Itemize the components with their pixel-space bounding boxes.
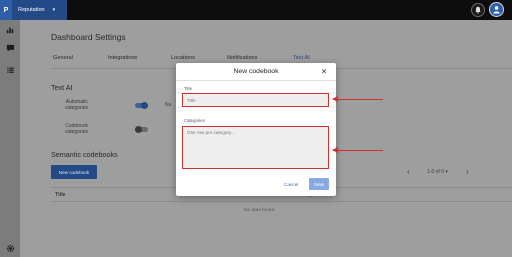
close-icon[interactable]: ✕ [321,67,327,76]
dialog-divider [176,80,336,81]
column-header-title[interactable]: Title [55,192,66,198]
new-codebook-button[interactable]: New codebook [51,165,97,179]
dialog-title: New codebook [233,68,279,75]
tab-integrations[interactable]: Integrations [108,55,137,61]
chat-icon [6,44,14,52]
sidebar-item-list[interactable] [5,65,15,74]
table-header-divider [51,201,512,202]
bar-chart-icon [6,27,14,33]
sidebar-item-reviews[interactable] [5,44,15,53]
automatic-categories-label: Automatic categories [64,99,88,111]
cancel-button[interactable]: Cancel [284,182,298,187]
app-logo: P [0,0,12,20]
app-switcher[interactable]: P Reputation ▾ [0,0,67,20]
sidebar-item-analytics[interactable] [5,25,15,34]
tab-locations[interactable]: Locations [171,55,195,61]
annotation-arrow-title [332,96,383,102]
text-ai-heading: Text AI [51,83,73,92]
user-menu-button[interactable] [489,2,504,17]
app-name: Reputation [18,7,45,13]
chevron-down-icon: ▾ [52,7,56,13]
sidebar-item-settings[interactable] [5,244,15,253]
save-button[interactable]: Save [309,178,329,190]
tab-general[interactable]: General [53,55,73,61]
user-icon [493,6,500,14]
page-title: Dashboard Settings [51,32,126,42]
toggle-knob [141,102,148,109]
title-input[interactable] [182,93,329,107]
list-icon [6,67,14,73]
sidebar [0,20,20,257]
codebook-categories-label: Codebook categories [64,123,88,135]
categories-textarea[interactable] [182,126,329,169]
truncated-label: Nu [165,102,172,108]
tab-notifications[interactable]: Notifications [227,55,257,61]
pagination-range[interactable]: 1-0 of 0 ▾ [427,169,448,175]
notifications-button[interactable] [471,3,485,17]
automatic-categories-toggle[interactable] [135,102,148,109]
categories-field-label: Categories [184,118,205,123]
toggle-knob [135,126,142,133]
annotation-arrow-categories [332,147,383,153]
semantic-codebooks-heading: Semantic codebooks [51,150,118,159]
bell-icon [475,6,481,14]
chevron-right-icon[interactable]: › [466,167,469,176]
gear-icon [6,244,14,253]
title-field-label: Title [184,86,192,91]
codebook-categories-toggle[interactable] [135,126,148,133]
new-codebook-dialog: New codebook ✕ Title Categories Cancel S… [176,63,336,196]
empty-table-message: No data found [244,208,275,213]
top-bar: P Reputation ▾ [0,0,512,20]
chevron-left-icon[interactable]: ‹ [407,167,410,176]
